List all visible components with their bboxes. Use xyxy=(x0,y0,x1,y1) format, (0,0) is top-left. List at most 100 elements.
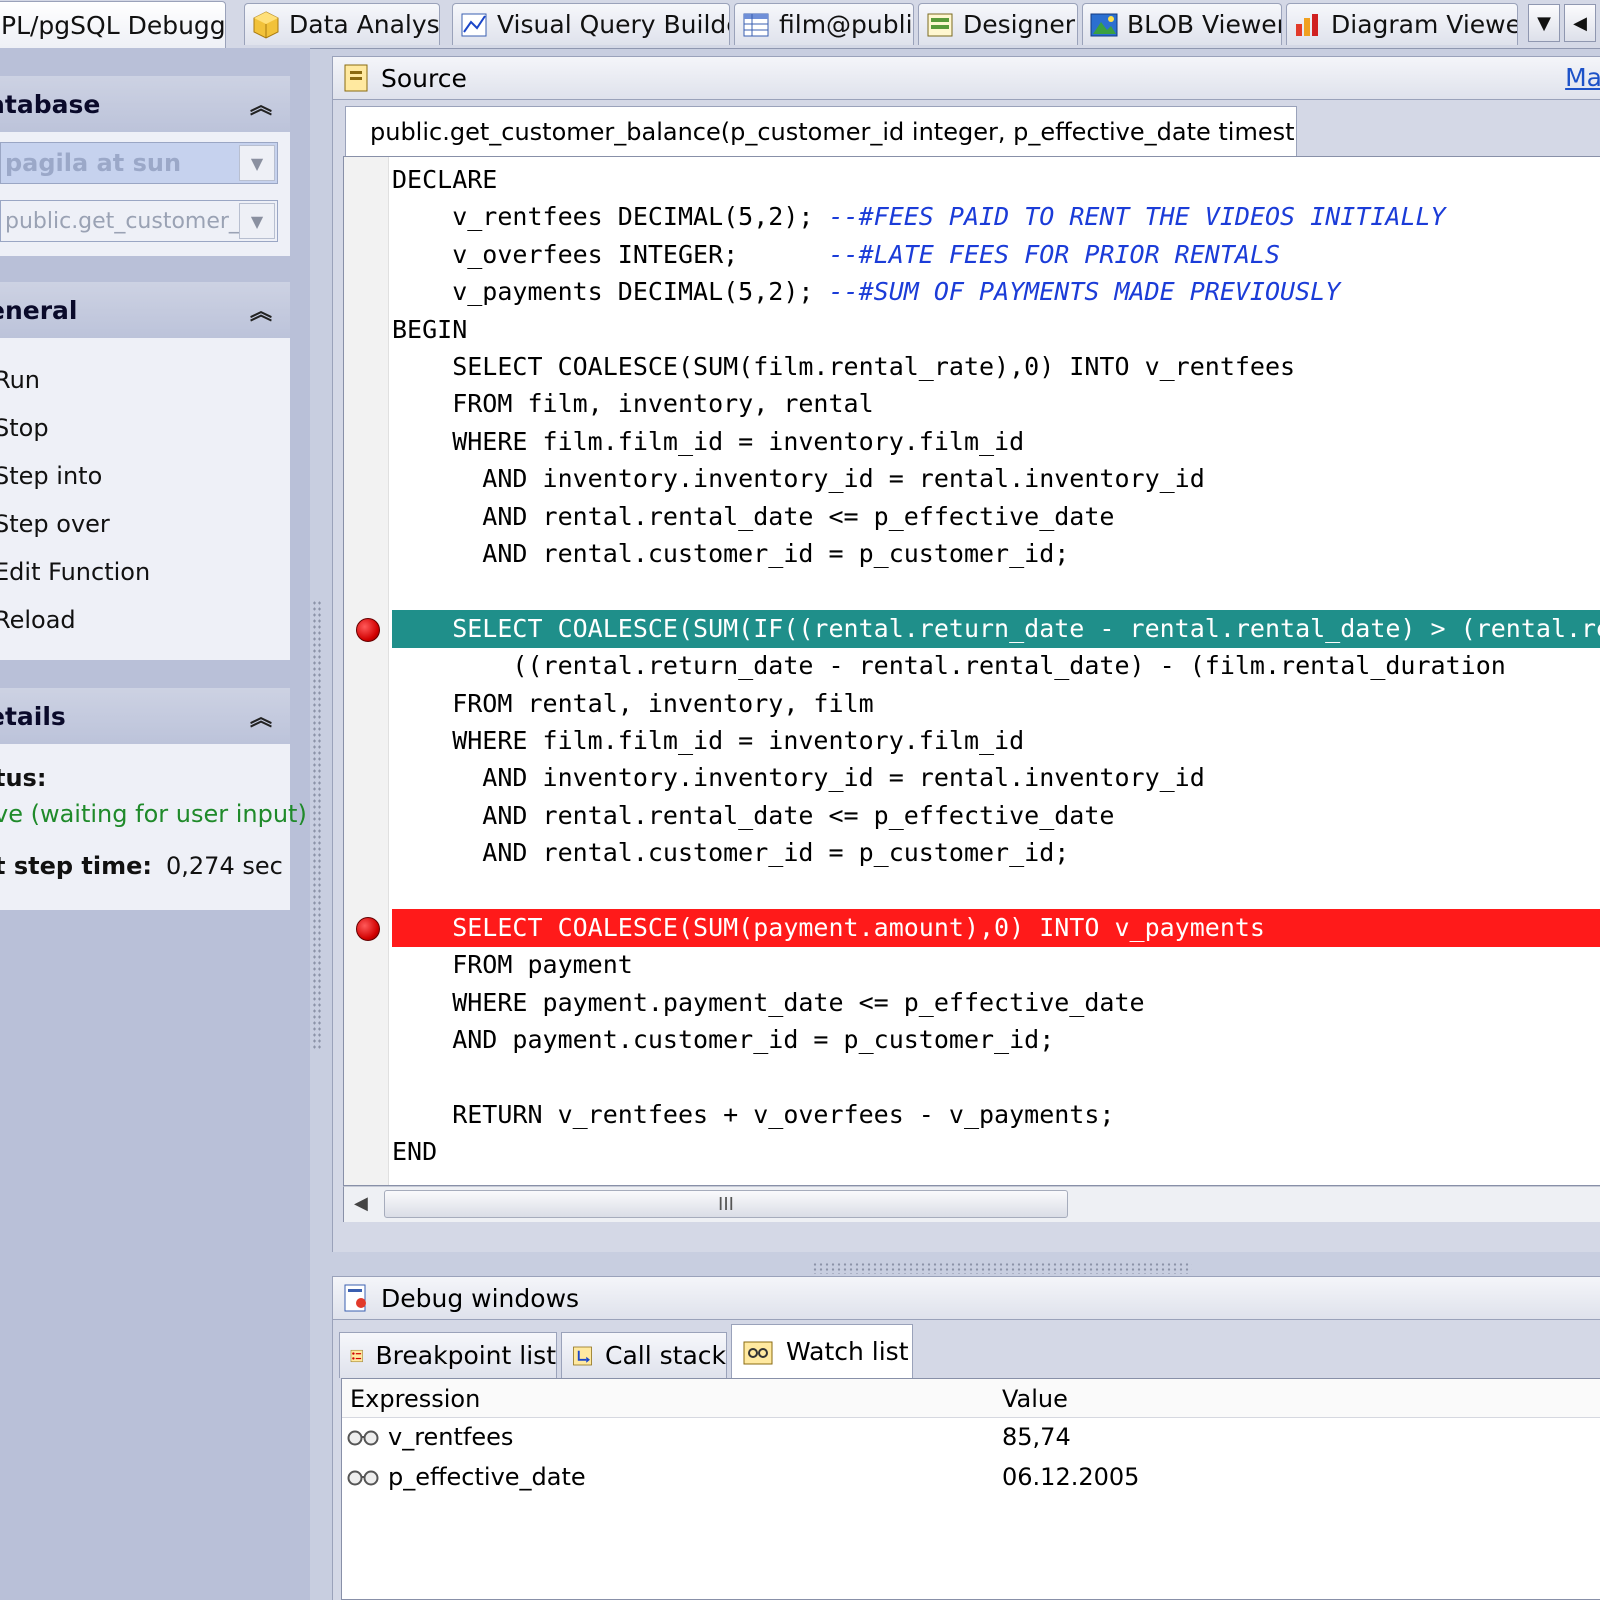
query-builder-icon xyxy=(461,13,487,36)
code-text: AND rental.customer_id = p_customer_id; xyxy=(392,838,1070,868)
code-line[interactable]: AND payment.customer_id = p_customer_id; xyxy=(392,1021,1600,1059)
column-header-value[interactable]: Value xyxy=(1002,1385,1068,1413)
tab-label: Call stack xyxy=(605,1341,726,1370)
tab-data-analysis[interactable]: Data Analysis xyxy=(244,3,440,45)
collapse-icon[interactable]: ︽ xyxy=(250,700,272,732)
grip-icon: III xyxy=(718,1193,734,1215)
code-editor[interactable]: DECLARE v_rentfees DECIMAL(5,2); --#FEES… xyxy=(343,156,1600,1186)
stop-action[interactable]: Stop xyxy=(0,414,49,442)
tab-label: Breakpoint list xyxy=(375,1341,556,1370)
vertical-splitter[interactable] xyxy=(312,600,322,1050)
code-text: FROM rental, inventory, film xyxy=(392,688,874,718)
scrollbar-thumb[interactable]: III xyxy=(384,1190,1068,1218)
code-line[interactable]: WHERE film.film_id = inventory.film_id xyxy=(392,722,1600,760)
database-section-header[interactable]: atabase ︽ xyxy=(0,76,290,132)
code-line[interactable] xyxy=(392,872,1600,910)
code-line[interactable]: END xyxy=(392,1133,1600,1171)
maximize-link[interactable]: Ma xyxy=(1565,63,1600,92)
table-row[interactable]: v_rentfees 85,74 xyxy=(342,1419,1600,1457)
function-select[interactable]: public.get_customer_b ▼ xyxy=(0,200,278,242)
step-time-value: 0,274 sec xyxy=(166,852,283,880)
code-line[interactable]: AND rental.customer_id = p_customer_id; xyxy=(392,535,1600,573)
source-icon xyxy=(344,64,368,92)
debug-windows-title: Debug windows xyxy=(381,1283,580,1313)
code-line[interactable]: WHERE payment.payment_date <= p_effectiv… xyxy=(392,984,1600,1022)
horizontal-scrollbar[interactable]: ◀ III xyxy=(343,1186,1600,1222)
code-line[interactable]: WHERE film.film_id = inventory.film_id xyxy=(392,423,1600,461)
tab-watch-list[interactable]: Watch list xyxy=(731,1324,913,1378)
code-line[interactable]: v_overfees INTEGER; --#LATE FEES FOR PRI… xyxy=(392,236,1600,274)
tab-visual-query-builder[interactable]: Visual Query Builder xyxy=(452,3,730,45)
code-text: AND rental.rental_date <= p_effective_da… xyxy=(392,800,1115,830)
code-text: FROM film, inventory, rental xyxy=(392,389,874,419)
tab-diagram-viewer[interactable]: Diagram Viewer xyxy=(1286,3,1518,45)
diagram-icon xyxy=(1296,13,1318,36)
tab-list-dropdown-button[interactable]: ▼ xyxy=(1528,4,1560,42)
details-section-header[interactable]: etails ︽ xyxy=(0,688,290,744)
connection-select[interactable]: pagila at sun ▼ xyxy=(0,142,278,184)
tab-label: Data Analysis xyxy=(289,10,440,39)
code-line[interactable]: FROM rental, inventory, film xyxy=(392,685,1600,723)
code-line[interactable]: v_rentfees DECIMAL(5,2); --#FEES PAID TO… xyxy=(392,198,1600,236)
chevron-down-icon[interactable]: ▼ xyxy=(239,203,275,239)
code-text: END xyxy=(392,1137,438,1167)
function-document-tab[interactable]: public.get_customer_balance(p_customer_i… xyxy=(345,106,1297,156)
source-panel-title: Source xyxy=(381,63,467,93)
code-line[interactable] xyxy=(392,572,1600,610)
code-text: WHERE payment.payment_date <= p_effectiv… xyxy=(392,987,1145,1017)
tab-blob-viewer[interactable]: BLOB Viewer xyxy=(1082,3,1282,45)
tab-designer[interactable]: Designer xyxy=(918,3,1078,45)
code-line[interactable]: AND inventory.inventory_id = rental.inve… xyxy=(392,460,1600,498)
code-line[interactable]: AND rental.customer_id = p_customer_id; xyxy=(392,834,1600,872)
code-line[interactable]: RETURN v_rentfees + v_overfees - v_payme… xyxy=(392,1096,1600,1134)
tab-scroll-left-button[interactable]: ◀ xyxy=(1564,4,1596,42)
breakpoint-icon[interactable] xyxy=(356,617,380,642)
breakpoint-gutter[interactable] xyxy=(344,157,389,1185)
chevron-down-icon: ▼ xyxy=(1537,12,1551,34)
watch-list-header: Expression Value xyxy=(342,1379,1600,1418)
breakpoint-icon[interactable] xyxy=(356,917,380,941)
code-line[interactable] xyxy=(392,1059,1600,1097)
collapse-icon[interactable]: ︽ xyxy=(250,88,272,120)
reload-action[interactable]: Reload xyxy=(0,606,76,634)
code-line[interactable]: SELECT COALESCE(SUM(IF((rental.return_da… xyxy=(392,609,1600,648)
tab-breakpoint-list[interactable]: Breakpoint list xyxy=(339,1332,557,1378)
tab-label: Diagram Viewer xyxy=(1331,10,1518,39)
document-tab-strip: PL/pgSQL Debugger Data Analysis Visual Q… xyxy=(0,0,1600,49)
code-line[interactable]: SELECT COALESCE(SUM(payment.amount),0) I… xyxy=(392,909,1600,947)
code-line[interactable]: SELECT COALESCE(SUM(film.rental_rate),0)… xyxy=(392,348,1600,386)
table-row[interactable]: p_effective_date 06.12.2005 xyxy=(342,1459,1600,1497)
code-line[interactable]: FROM film, inventory, rental xyxy=(392,385,1600,423)
code-line[interactable]: AND rental.rental_date <= p_effective_da… xyxy=(392,498,1600,536)
column-header-expression[interactable]: Expression xyxy=(350,1385,480,1413)
code-text: RETURN v_rentfees + v_overfees - v_payme… xyxy=(392,1100,1115,1129)
chevron-down-icon[interactable]: ▼ xyxy=(239,145,275,181)
general-section: eneral ︽ Run Stop Step into Step over Ed… xyxy=(0,282,290,660)
tab-call-stack[interactable]: Call stack xyxy=(561,1332,727,1378)
cube-icon xyxy=(253,10,279,39)
code-text: v_payments DECIMAL(5,2); xyxy=(392,277,829,307)
scroll-left-arrow-icon[interactable]: ◀ xyxy=(354,1193,368,1214)
code-line[interactable]: v_payments DECIMAL(5,2); --#SUM OF PAYME… xyxy=(392,273,1600,311)
horizontal-splitter[interactable] xyxy=(812,1262,1192,1274)
code-comment: --#LATE FEES FOR PRIOR RENTALS xyxy=(828,239,1281,269)
watch-value: 06.12.2005 xyxy=(1002,1463,1140,1491)
debug-windows-header: Debug windows xyxy=(332,1276,1600,1320)
general-section-header[interactable]: eneral ︽ xyxy=(0,282,290,338)
step-into-action[interactable]: Step into xyxy=(0,462,102,490)
code-text: WHERE film.film_id = inventory.film_id xyxy=(392,726,1025,755)
code-line[interactable]: BEGIN xyxy=(392,311,1600,349)
code-line[interactable]: AND rental.rental_date <= p_effective_da… xyxy=(392,797,1600,835)
collapse-icon[interactable]: ︽ xyxy=(250,294,272,326)
run-action[interactable]: Run xyxy=(0,366,40,394)
debug-windows-area: Breakpoint list Call stack Watch list Ex… xyxy=(332,1320,1600,1600)
tab-film-public[interactable]: film@public xyxy=(734,3,914,45)
code-line[interactable]: FROM payment xyxy=(392,946,1600,984)
tab-label: Visual Query Builder xyxy=(497,10,730,39)
step-over-action[interactable]: Step over xyxy=(0,510,110,538)
code-line[interactable]: ((rental.return_date - rental.rental_dat… xyxy=(392,647,1600,685)
tab-plpgsql-debugger[interactable]: PL/pgSQL Debugger xyxy=(0,1,226,48)
code-line[interactable]: DECLARE xyxy=(392,161,1600,199)
edit-function-action[interactable]: Edit Function xyxy=(0,558,150,586)
code-line[interactable]: AND inventory.inventory_id = rental.inve… xyxy=(392,759,1600,797)
